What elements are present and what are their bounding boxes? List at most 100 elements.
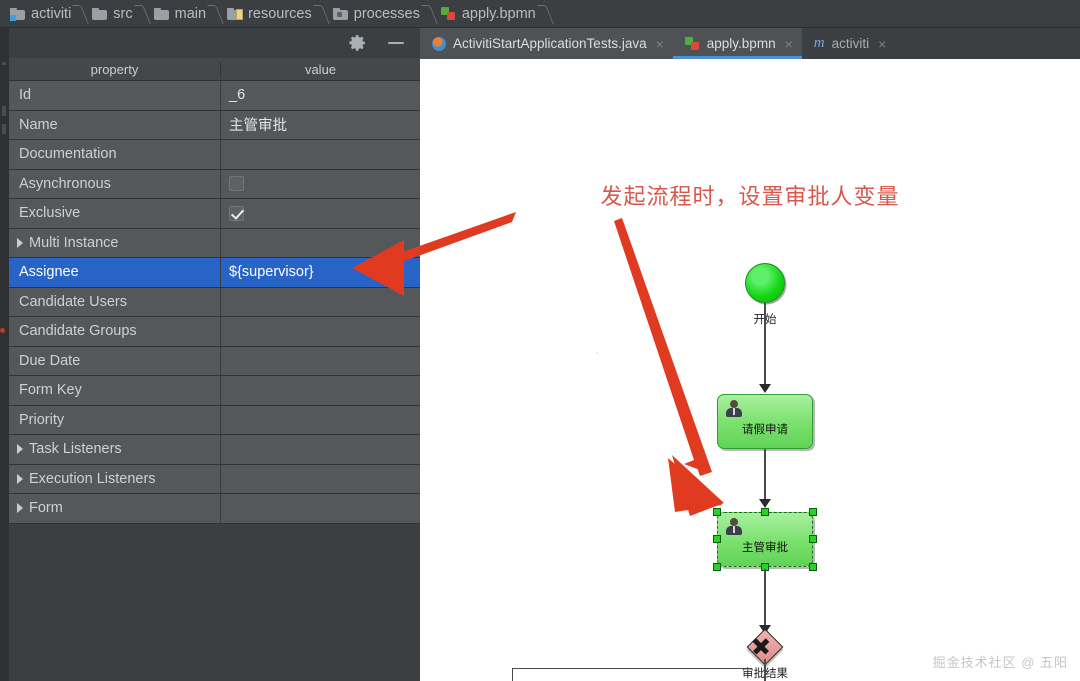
tab-activiti[interactable]: m activiti ×	[802, 28, 896, 59]
selection-handle-sw[interactable]	[713, 563, 721, 571]
table-row[interactable]: Execution Listeners	[9, 464, 420, 494]
sequence-flow-false	[512, 669, 514, 681]
selection-handle-e[interactable]	[809, 535, 817, 543]
breadcrumb-separator	[316, 0, 327, 28]
bpmn-file-icon	[684, 36, 700, 51]
row-property-name: Asynchronous	[9, 169, 221, 198]
strip-tick	[2, 124, 6, 134]
row-property-label: Task Listeners	[29, 441, 122, 458]
bpmn-file-icon	[440, 6, 456, 21]
watermark: 掘金技术社区 @ 五阳	[932, 655, 1068, 670]
breadcrumb-item-apply-bpmn[interactable]: apply.bpmn	[435, 0, 540, 28]
breadcrumb-separator	[210, 0, 221, 28]
table-row-assignee[interactable]: Assignee ${supervisor}	[9, 258, 420, 288]
breadcrumb-item-processes[interactable]: processes	[327, 0, 424, 28]
row-property-value[interactable]	[221, 317, 420, 346]
row-property-value[interactable]: _6	[221, 81, 420, 110]
row-property-value[interactable]	[221, 406, 420, 435]
table-row[interactable]: Due Date	[9, 346, 420, 376]
user-task-node-leave-request[interactable]: 请假申请	[717, 394, 813, 449]
row-property-value[interactable]	[221, 465, 420, 494]
close-icon[interactable]: ×	[878, 36, 886, 52]
minimize-icon[interactable]	[386, 33, 406, 53]
strip-tick	[2, 106, 6, 116]
table-row[interactable]: Name 主管审批	[9, 110, 420, 140]
table-header-row: property value	[9, 58, 420, 81]
breadcrumb-item-main[interactable]: main	[148, 0, 210, 28]
table-row[interactable]: Documentation	[9, 140, 420, 170]
folder-icon	[153, 7, 169, 20]
gear-icon[interactable]	[348, 33, 368, 53]
row-property-label: Multi Instance	[29, 234, 119, 251]
row-property-value[interactable]: 主管审批	[221, 111, 420, 140]
resources-folder-icon	[227, 7, 244, 20]
row-property-value[interactable]	[221, 199, 420, 228]
chevron-right-icon[interactable]	[17, 503, 23, 514]
close-icon[interactable]: ×	[785, 36, 793, 52]
row-property-value[interactable]	[221, 435, 420, 464]
breadcrumb-item-src[interactable]: src	[86, 0, 136, 28]
row-property-value[interactable]	[221, 288, 420, 317]
exclusive-checkbox[interactable]	[229, 205, 244, 221]
table-row[interactable]: Form	[9, 494, 420, 524]
breadcrumb-separator	[75, 0, 86, 28]
chevron-right-icon[interactable]	[17, 473, 23, 484]
chevron-right-icon[interactable]	[17, 444, 23, 455]
row-property-name: Id	[9, 81, 221, 110]
tab-activiti-start-application-tests[interactable]: ActivitiStartApplicationTests.java ×	[420, 28, 673, 59]
row-property-name: Documentation	[9, 140, 221, 169]
row-property-value[interactable]	[221, 229, 420, 258]
close-icon[interactable]: ×	[656, 36, 664, 52]
row-property-value[interactable]	[221, 140, 420, 169]
row-property-label: Execution Listeners	[29, 470, 156, 487]
tab-apply-bpmn[interactable]: apply.bpmn ×	[672, 28, 802, 59]
user-icon	[726, 400, 742, 417]
selection-handle-nw[interactable]	[713, 508, 721, 516]
breadcrumb-item-activiti[interactable]: activiti	[4, 0, 75, 28]
table-row[interactable]: Form Key	[9, 376, 420, 406]
table-row[interactable]: Candidate Users	[9, 287, 420, 317]
table-row[interactable]: Multi Instance	[9, 228, 420, 258]
table-row[interactable]: Asynchronous	[9, 169, 420, 199]
table-row[interactable]: Id _6	[9, 81, 420, 111]
breakpoint-icon	[0, 328, 5, 333]
breadcrumb-item-resources[interactable]: resources	[221, 0, 316, 28]
selection-handle-se[interactable]	[809, 563, 817, 571]
row-property-value[interactable]	[221, 347, 420, 376]
properties-table: property value Id _6 Name 主管审批 Documenta…	[9, 58, 420, 524]
annotation-text: 发起流程时，设置审批人变量	[600, 185, 900, 210]
assignee-value-field[interactable]: ${supervisor}	[221, 258, 420, 287]
collapsed-sidebar-strip[interactable]	[0, 28, 9, 681]
panel-toolbar	[9, 28, 420, 58]
user-task-node-supervisor-approval[interactable]: 主管审批	[717, 512, 813, 567]
selection-handle-ne[interactable]	[809, 508, 817, 516]
row-property-name: Candidate Users	[9, 287, 221, 316]
row-property-value[interactable]	[221, 170, 420, 199]
breadcrumb-label: main	[174, 5, 207, 22]
sequence-flow-false	[512, 668, 752, 670]
row-property-value[interactable]	[221, 494, 420, 523]
table-row[interactable]: Candidate Groups	[9, 317, 420, 347]
row-property-name: Assignee	[9, 258, 221, 287]
asynchronous-checkbox[interactable]	[229, 176, 244, 192]
row-property-name: Due Date	[9, 346, 221, 375]
row-property-value[interactable]	[221, 376, 420, 405]
breadcrumb-separator	[540, 0, 551, 28]
panel-empty-area	[9, 582, 420, 681]
selection-handle-w[interactable]	[713, 535, 721, 543]
bpmn-diagram-canvas[interactable]: 发起流程时，设置审批人变量 · 开始 请假申请	[420, 59, 1080, 681]
selection-handle-n[interactable]	[761, 508, 769, 516]
sequence-flow	[764, 303, 766, 389]
row-property-name: Exclusive	[9, 199, 221, 228]
strip-tick	[2, 62, 6, 65]
table-row[interactable]: Exclusive	[9, 199, 420, 229]
column-header-value: value	[304, 61, 337, 77]
table-row[interactable]: Priority	[9, 405, 420, 435]
breadcrumb-separator	[424, 0, 435, 28]
start-event-node[interactable]	[745, 263, 785, 303]
canvas-dot-marker: ·	[595, 347, 599, 359]
chevron-right-icon[interactable]	[17, 237, 23, 248]
breadcrumb-label: processes	[353, 5, 420, 22]
row-property-name: Candidate Groups	[9, 317, 221, 346]
table-row[interactable]: Task Listeners	[9, 435, 420, 465]
